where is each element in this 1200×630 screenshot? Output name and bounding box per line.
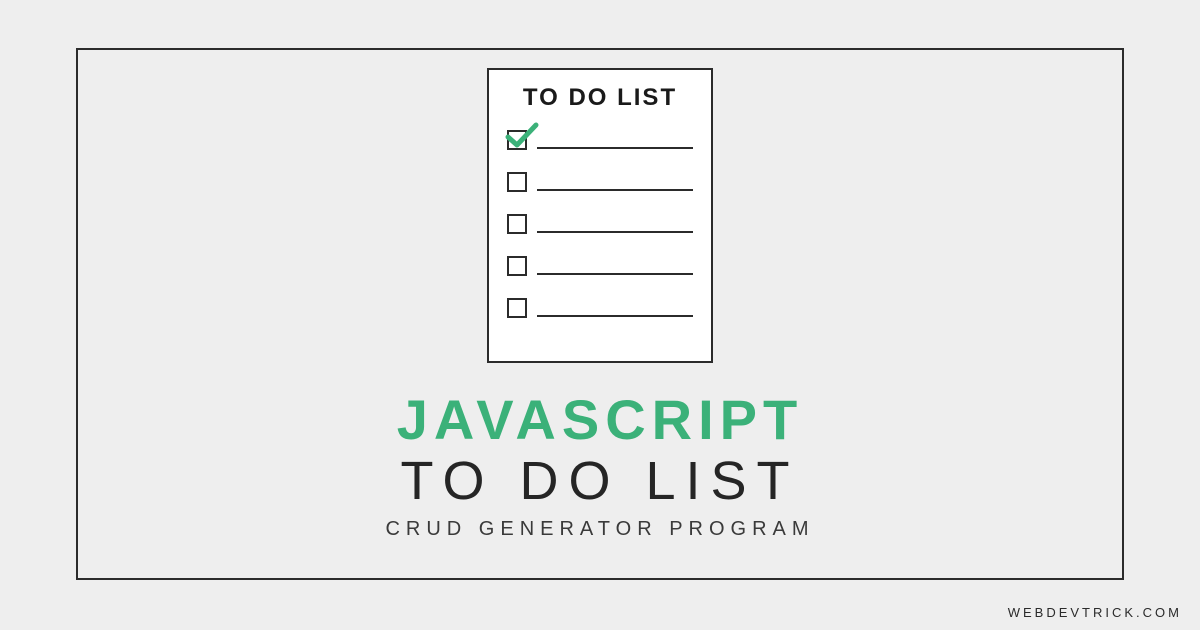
item-line (537, 189, 693, 191)
list-item (507, 256, 693, 276)
title-block: JAVASCRIPT TO DO LIST CRUD GENERATOR PRO… (385, 387, 814, 541)
notepad-illustration: TO DO LIST (487, 68, 713, 363)
checkbox-empty-icon (507, 172, 527, 192)
checkbox-checked-icon (507, 130, 527, 150)
list-item (507, 130, 693, 150)
checkmark-icon (505, 122, 539, 152)
notepad-header: TO DO LIST (507, 84, 693, 112)
title-line-1: JAVASCRIPT (385, 387, 814, 452)
content-area: TO DO LIST (78, 50, 1122, 578)
list-item (507, 172, 693, 192)
item-line (537, 315, 693, 317)
list-item (507, 214, 693, 234)
main-frame: TO DO LIST (76, 48, 1124, 580)
item-line (537, 273, 693, 275)
checkbox-empty-icon (507, 214, 527, 234)
item-line (537, 147, 693, 149)
checkbox-empty-icon (507, 298, 527, 318)
item-line (537, 231, 693, 233)
checkbox-empty-icon (507, 256, 527, 276)
list-item (507, 298, 693, 318)
title-line-2: TO DO LIST (385, 450, 814, 512)
title-line-3: CRUD GENERATOR PROGRAM (385, 518, 814, 541)
watermark-text: WEBDEVTRICK.COM (1008, 605, 1182, 620)
